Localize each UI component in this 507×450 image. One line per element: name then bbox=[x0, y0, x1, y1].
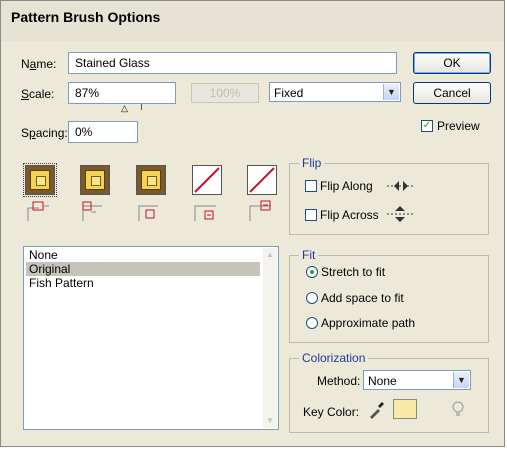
cancel-button[interactable]: Cancel bbox=[413, 82, 491, 104]
scroll-up-icon[interactable]: ▲ bbox=[263, 248, 277, 262]
ok-button[interactable]: OK bbox=[413, 52, 491, 74]
name-label: Name: bbox=[21, 57, 57, 71]
approximate-path-label: Approximate path bbox=[321, 316, 416, 330]
scale-mode-select[interactable]: Fixed ▼ bbox=[269, 82, 401, 102]
flip-along-label: Flip Along bbox=[320, 179, 373, 193]
list-item[interactable]: None bbox=[26, 248, 260, 262]
fit-group-title: Fit bbox=[299, 248, 319, 262]
start-tile-icon bbox=[194, 205, 216, 221]
chevron-down-icon[interactable]: ▼ bbox=[383, 84, 399, 100]
end-tile-button[interactable] bbox=[247, 165, 277, 195]
key-color-label: Key Color: bbox=[303, 405, 360, 419]
flip-group bbox=[289, 163, 489, 235]
method-label: Method: bbox=[317, 374, 361, 388]
start-tile-button[interactable] bbox=[192, 165, 222, 195]
inner-corner-tile-button[interactable] bbox=[136, 165, 166, 195]
name-field[interactable]: Stained Glass bbox=[68, 52, 397, 74]
stretch-to-fit-label: Stretch to fit bbox=[321, 265, 386, 279]
preview-label: Preview bbox=[437, 119, 480, 133]
scale-slider[interactable]: △ bbox=[121, 104, 151, 114]
title-bar: Pattern Brush Options bbox=[1, 1, 504, 41]
flip-across-icon bbox=[387, 206, 413, 222]
flip-along-checkbox[interactable] bbox=[305, 180, 317, 192]
dialog-title: Pattern Brush Options bbox=[11, 9, 161, 25]
flip-group-title: Flip bbox=[299, 156, 325, 170]
spacing-label: Spacing: bbox=[21, 126, 68, 140]
method-select[interactable]: None ▼ bbox=[363, 370, 471, 390]
colorization-group-title: Colorization bbox=[299, 351, 369, 365]
inner-corner-tile-icon bbox=[138, 205, 158, 221]
chevron-down-icon[interactable]: ▼ bbox=[453, 372, 469, 388]
scroll-down-icon[interactable]: ▼ bbox=[263, 414, 277, 428]
outer-corner-tile-button[interactable] bbox=[80, 165, 110, 195]
outer-corner-tile-icon bbox=[82, 201, 102, 221]
list-scrollbar[interactable]: ▲ ▼ bbox=[263, 248, 277, 428]
flip-across-checkbox[interactable] bbox=[305, 209, 317, 221]
flip-along-icon bbox=[387, 181, 413, 191]
stretch-to-fit-radio[interactable] bbox=[306, 266, 318, 278]
preview-checkbox[interactable]: ✓ bbox=[421, 120, 433, 132]
no-pattern-icon bbox=[249, 167, 275, 193]
list-item[interactable]: Original bbox=[26, 262, 260, 276]
list-item[interactable]: Fish Pattern bbox=[26, 276, 260, 290]
slider-thumb-icon[interactable]: △ bbox=[121, 104, 128, 113]
add-space-to-fit-label: Add space to fit bbox=[321, 291, 404, 305]
add-space-to-fit-radio[interactable] bbox=[306, 292, 318, 304]
scale-mode-value: Fixed bbox=[274, 86, 304, 100]
key-color-swatch[interactable] bbox=[393, 399, 417, 419]
eyedropper-icon[interactable] bbox=[367, 401, 385, 419]
flip-across-label: Flip Across bbox=[320, 208, 379, 222]
pattern-brush-options-dialog: Pattern Brush Options Name: Stained Glas… bbox=[0, 0, 505, 447]
scale-variation-field: 100% bbox=[191, 83, 259, 103]
pattern-list[interactable]: None Original Fish Pattern ▲ ▼ bbox=[23, 246, 279, 430]
end-tile-icon bbox=[249, 200, 271, 221]
side-tile-icon bbox=[27, 201, 49, 221]
spacing-field[interactable]: 0% bbox=[68, 121, 138, 143]
scale-label: Scale: bbox=[21, 87, 55, 101]
no-pattern-icon bbox=[194, 167, 220, 193]
method-value: None bbox=[368, 374, 397, 388]
side-tile-button[interactable] bbox=[23, 163, 57, 197]
tip-lightbulb-icon[interactable] bbox=[451, 401, 465, 419]
approximate-path-radio[interactable] bbox=[306, 317, 318, 329]
scale-field[interactable]: 87% bbox=[68, 82, 176, 104]
